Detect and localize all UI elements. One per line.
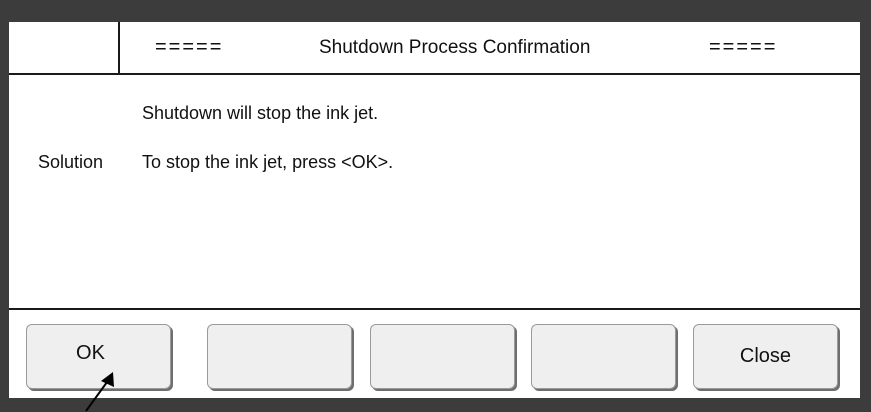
- close-button-label: Close: [739, 345, 792, 367]
- function-button-3[interactable]: [370, 324, 515, 389]
- title-bar: ===== Shutdown Process Confirmation ====…: [9, 22, 860, 75]
- dialog-title: Shutdown Process Confirmation: [319, 37, 591, 58]
- solution-label: Solution: [38, 152, 104, 172]
- title-right-marks: =====: [709, 36, 778, 58]
- screen: ===== Shutdown Process Confirmation ====…: [0, 0, 871, 412]
- message-text: Shutdown will stop the ink jet.: [142, 103, 379, 123]
- title-left-marks: =====: [155, 36, 224, 58]
- function-button-4[interactable]: [531, 324, 676, 389]
- ok-button-label: OK: [76, 342, 105, 364]
- confirmation-dialog: ===== Shutdown Process Confirmation ====…: [9, 22, 860, 308]
- function-button-2[interactable]: [207, 324, 352, 389]
- solution-text: To stop the ink jet, press <OK>.: [142, 152, 394, 172]
- close-button[interactable]: Close: [693, 324, 838, 389]
- title-left-cell: [9, 22, 120, 73]
- message-area: Shutdown will stop the ink jet. Solution…: [9, 75, 860, 308]
- function-button-bar: OK Close: [9, 308, 860, 398]
- pointer-arrow-icon: [85, 372, 114, 412]
